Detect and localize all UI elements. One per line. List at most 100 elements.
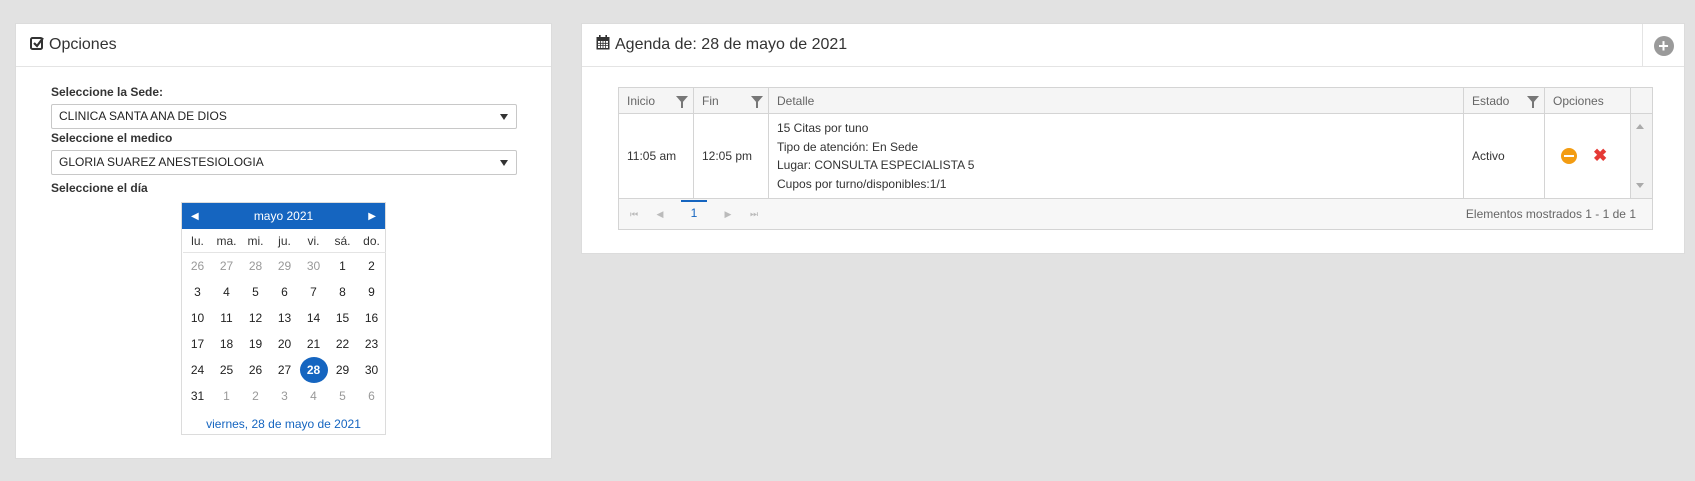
weekday-label: ma.	[212, 229, 241, 253]
grid-header: Inicio Fin Detalle Estado Opciones	[619, 88, 1652, 114]
medico-select[interactable]: GLORIA SUAREZ ANESTESIOLOGIA	[51, 150, 517, 175]
calendar-prev-icon[interactable]: ◀	[191, 211, 199, 222]
table-row[interactable]: 11:05 am 12:05 pm 15 Citas por tuno Tipo…	[619, 114, 1652, 199]
calendar-day[interactable]: 29	[270, 253, 299, 279]
calendar-day[interactable]: 3	[183, 279, 212, 305]
dia-label: Seleccione el día	[51, 181, 148, 195]
calendar-day[interactable]: 5	[241, 279, 270, 305]
calendar-day-label: 24	[190, 363, 205, 377]
calendar-day[interactable]: 15	[328, 305, 357, 331]
scroll-down-icon[interactable]	[1636, 183, 1644, 188]
calendar-month-label[interactable]: mayo 2021	[254, 209, 313, 223]
weekday-label: ju.	[270, 229, 299, 253]
calendar-day[interactable]: 3	[270, 383, 299, 409]
delete-icon[interactable]: ✖	[1593, 147, 1607, 164]
calendar-day-label: 27	[277, 363, 292, 377]
calendar-day[interactable]: 24	[183, 357, 212, 383]
calendar-day[interactable]: 17	[183, 331, 212, 357]
medico-select-value: GLORIA SUAREZ ANESTESIOLOGIA	[59, 155, 264, 169]
filter-icon[interactable]	[751, 96, 763, 108]
column-header-estado[interactable]: Estado	[1464, 88, 1545, 113]
calendar-day[interactable]: 7	[299, 279, 328, 305]
scroll-up-icon[interactable]	[1636, 124, 1644, 129]
calendar-day[interactable]: 26	[183, 253, 212, 279]
grid-scrollbar[interactable]	[1631, 114, 1652, 198]
cell-opciones: ✖	[1545, 114, 1631, 198]
weekday-label: vi.	[299, 229, 328, 253]
calendar-day-label: 3	[281, 389, 288, 403]
filter-icon[interactable]	[1527, 96, 1539, 108]
calendar-day[interactable]: 29	[328, 357, 357, 383]
calendar-day[interactable]: 23	[357, 331, 386, 357]
calendar-day-label: 7	[310, 285, 317, 299]
column-header-fin[interactable]: Fin	[694, 88, 769, 113]
calendar-day[interactable]: 13	[270, 305, 299, 331]
weekday-label: sá.	[328, 229, 357, 253]
calendar-day[interactable]: 4	[299, 383, 328, 409]
cell-detalle: 15 Citas por tuno Tipo de atención: En S…	[769, 114, 1464, 198]
calendar-day-label: 6	[281, 285, 288, 299]
calendar-day[interactable]: 5	[328, 383, 357, 409]
calendar-today-link[interactable]: viernes, 28 de mayo de 2021	[182, 417, 385, 431]
calendar-day[interactable]: 6	[357, 383, 386, 409]
next-page-icon[interactable]: ▶	[715, 209, 741, 220]
date-calendar: ◀ mayo 2021 ▶ lu. ma. mi. ju. vi. sá. do. 26 27 2…	[181, 202, 386, 435]
column-header-detalle[interactable]: Detalle	[769, 88, 1464, 113]
column-header-label: Estado	[1472, 94, 1510, 108]
calendar-day[interactable]: 20	[270, 331, 299, 357]
add-agenda-button[interactable]: +	[1642, 24, 1684, 67]
calendar-day[interactable]: 4	[212, 279, 241, 305]
calendar-day[interactable]: 25	[212, 357, 241, 383]
column-header-inicio[interactable]: Inicio	[619, 88, 694, 113]
calendar-day-label: 11	[220, 311, 233, 325]
calendar-day[interactable]: 11	[212, 305, 241, 331]
calendar-day[interactable]: 30	[299, 253, 328, 279]
calendar-day[interactable]: 16	[357, 305, 386, 331]
calendar-day[interactable]: 9	[357, 279, 386, 305]
filter-icon[interactable]	[676, 96, 688, 108]
calendar-day[interactable]: 28	[299, 357, 328, 383]
deactivate-icon[interactable]	[1561, 148, 1577, 164]
calendar-day[interactable]: 30	[357, 357, 386, 383]
calendar-day-label: 2	[252, 389, 259, 403]
calendar-day[interactable]: 26	[241, 357, 270, 383]
last-page-icon[interactable]: ⏭	[741, 209, 767, 220]
calendar-day-label: 16	[364, 311, 379, 325]
calendar-day-label: 1	[339, 259, 346, 273]
calendar-day[interactable]: 1	[212, 383, 241, 409]
calendar-day[interactable]: 1	[328, 253, 357, 279]
calendar-day[interactable]: 12	[241, 305, 270, 331]
calendar-day-label: 4	[223, 285, 230, 299]
first-page-icon[interactable]: ⏮	[621, 209, 647, 220]
calendar-day-label: 1	[223, 389, 230, 403]
calendar-day-label: 29	[335, 363, 350, 377]
calendar-day-label: 21	[306, 337, 321, 351]
calendar-day[interactable]: 10	[183, 305, 212, 331]
calendar-day-label: 26	[248, 363, 263, 377]
detalle-line: Cupos por turno/disponibles:1/1	[777, 176, 947, 191]
calendar-day-label: 23	[364, 337, 379, 351]
calendar-day[interactable]: 2	[357, 253, 386, 279]
pager-info: Elementos mostrados 1 - 1 de 1	[1465, 207, 1636, 221]
calendar-day[interactable]: 8	[328, 279, 357, 305]
calendar-day[interactable]: 14	[299, 305, 328, 331]
prev-page-icon[interactable]: ◀	[647, 209, 673, 220]
calendar-next-icon[interactable]: ▶	[368, 211, 376, 222]
medico-label: Seleccione el medico	[51, 131, 173, 145]
calendar-day-label: 30	[306, 259, 321, 273]
sede-select[interactable]: CLINICA SANTA ANA DE DIOS	[51, 104, 517, 129]
calendar-day[interactable]: 6	[270, 279, 299, 305]
calendar-day[interactable]: 22	[328, 331, 357, 357]
page-number-button[interactable]: 1	[681, 200, 707, 224]
calendar-day-label: 27	[219, 259, 234, 273]
calendar-day[interactable]: 21	[299, 331, 328, 357]
row-actions: ✖	[1553, 147, 1607, 164]
calendar-day[interactable]: 19	[241, 331, 270, 357]
calendar-day[interactable]: 2	[241, 383, 270, 409]
calendar-day[interactable]: 27	[270, 357, 299, 383]
calendar-day-label: 2	[368, 259, 375, 273]
calendar-day[interactable]: 28	[241, 253, 270, 279]
calendar-day[interactable]: 31	[183, 383, 212, 409]
calendar-day[interactable]: 27	[212, 253, 241, 279]
calendar-day[interactable]: 18	[212, 331, 241, 357]
